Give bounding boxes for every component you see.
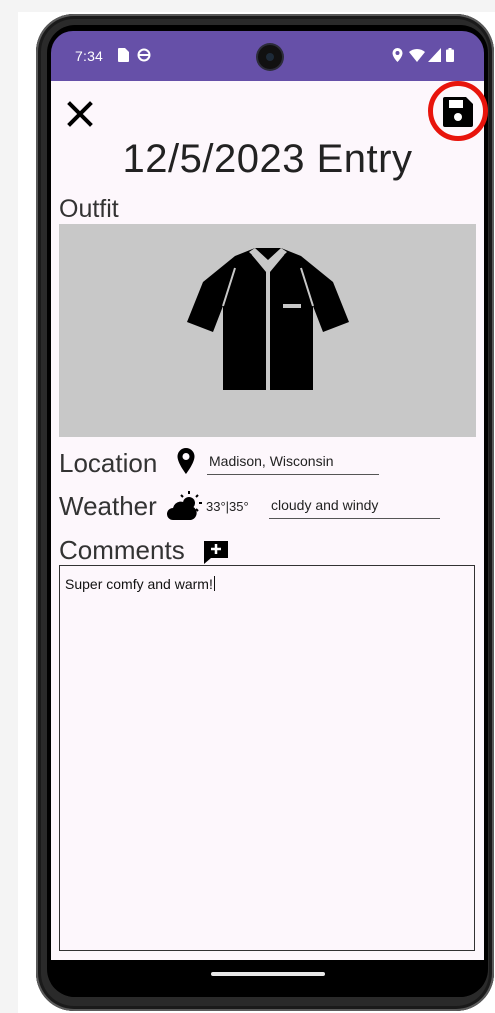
shirt-icon xyxy=(187,248,349,390)
home-handle[interactable] xyxy=(211,972,325,976)
weather-temperature: 33°|35° xyxy=(206,499,249,514)
signal-icon xyxy=(428,48,441,62)
page-title: 12/5/2023 Entry xyxy=(122,137,413,181)
add-comment-icon[interactable] xyxy=(203,540,229,564)
location-input[interactable]: Madison, Wisconsin xyxy=(207,451,379,475)
weather-label: Weather xyxy=(59,491,157,521)
outfit-image[interactable] xyxy=(59,224,476,437)
front-camera xyxy=(258,45,282,69)
text-caret xyxy=(213,576,215,591)
navigation-bar xyxy=(51,960,484,997)
close-icon[interactable] xyxy=(65,99,95,129)
battery-icon xyxy=(446,48,454,62)
top-strip xyxy=(0,0,495,12)
comments-text: Super comfy and warm! xyxy=(65,576,213,592)
wifi-icon xyxy=(409,48,425,62)
phone-screen: 7:34 12/5/2023 Entry Outfit Location Mad… xyxy=(47,25,488,997)
left-strip xyxy=(0,0,18,1013)
location-icon xyxy=(392,48,403,62)
weather-input[interactable]: cloudy and windy xyxy=(269,495,440,519)
comments-textarea[interactable]: Super comfy and warm! xyxy=(59,565,475,951)
status-time: 7:34 xyxy=(75,48,104,64)
map-pin-icon xyxy=(177,448,195,474)
location-label: Location xyxy=(59,448,158,478)
sim-card-icon xyxy=(118,48,129,62)
comments-label: Comments xyxy=(59,535,185,565)
partly-cloudy-icon xyxy=(167,491,202,520)
save-icon[interactable] xyxy=(441,95,475,129)
sync-icon xyxy=(137,48,151,62)
entry-screen: 12/5/2023 Entry Outfit Location Madison,… xyxy=(51,81,488,960)
outfit-label: Outfit xyxy=(59,195,119,223)
status-bar: 7:34 xyxy=(51,31,484,81)
